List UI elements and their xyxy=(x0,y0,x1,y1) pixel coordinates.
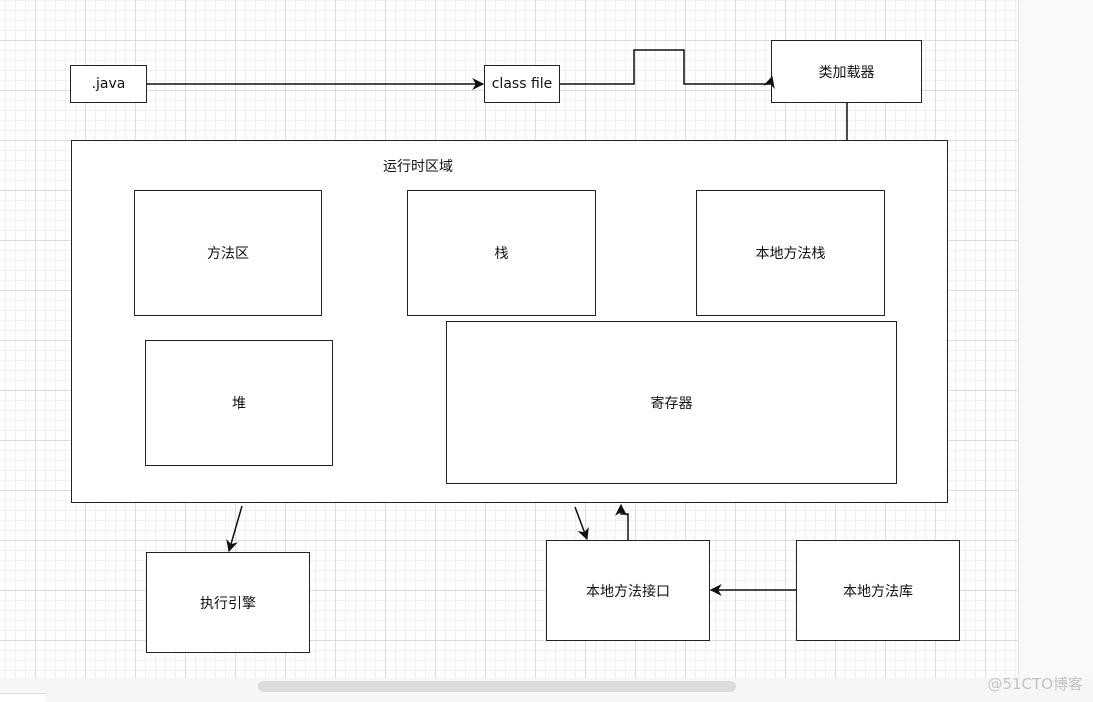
watermark: @51CTO博客 xyxy=(987,675,1083,693)
edge-classfile-loader[interactable] xyxy=(560,49,775,90)
edge-interface-runtime[interactable] xyxy=(615,503,629,540)
edge-runtime-interface[interactable] xyxy=(574,506,589,541)
edges-layer xyxy=(147,49,848,596)
edge-runtime-engine[interactable] xyxy=(226,505,243,553)
